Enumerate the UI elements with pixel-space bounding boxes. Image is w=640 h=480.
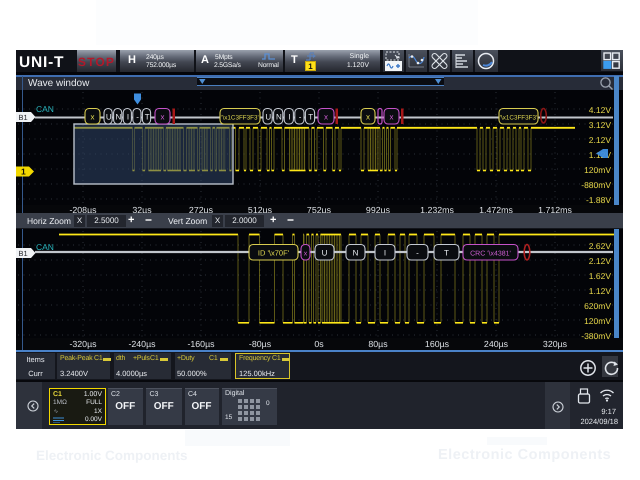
svg-text:I: I: [127, 113, 129, 122]
svg-text:'\x1C3FF3F3': '\x1C3FF3F3': [221, 115, 258, 122]
svg-text:CRC '\x4381': CRC '\x4381': [470, 250, 511, 258]
svg-text:ID '\x70F': ID '\x70F': [258, 249, 290, 258]
svg-text:U: U: [106, 113, 112, 122]
svg-text:I: I: [384, 249, 386, 258]
svg-text:x: x: [366, 113, 370, 122]
svg-text:T: T: [145, 113, 150, 122]
svg-text:x: x: [324, 113, 328, 122]
svg-text:B1: B1: [19, 249, 28, 258]
svg-text:N: N: [276, 113, 282, 122]
svg-text:x: x: [91, 113, 95, 122]
svg-text:'\x1C3FF3F3': '\x1C3FF3F3': [500, 115, 537, 122]
svg-text:x: x: [390, 113, 394, 122]
svg-text:B1: B1: [19, 113, 28, 122]
svg-text:-: -: [136, 113, 139, 122]
svg-text:U: U: [322, 249, 328, 258]
svg-text:x: x: [304, 251, 308, 258]
svg-text:T: T: [308, 113, 313, 122]
svg-text:1: 1: [21, 167, 26, 177]
svg-text:I: I: [288, 113, 290, 122]
svg-text:N: N: [116, 113, 122, 122]
svg-text:x: x: [161, 113, 165, 122]
svg-text:-: -: [416, 249, 419, 258]
svg-text:N: N: [353, 249, 359, 258]
svg-text:U: U: [265, 113, 271, 122]
svg-text:T: T: [444, 249, 449, 258]
svg-text:-: -: [299, 113, 302, 122]
